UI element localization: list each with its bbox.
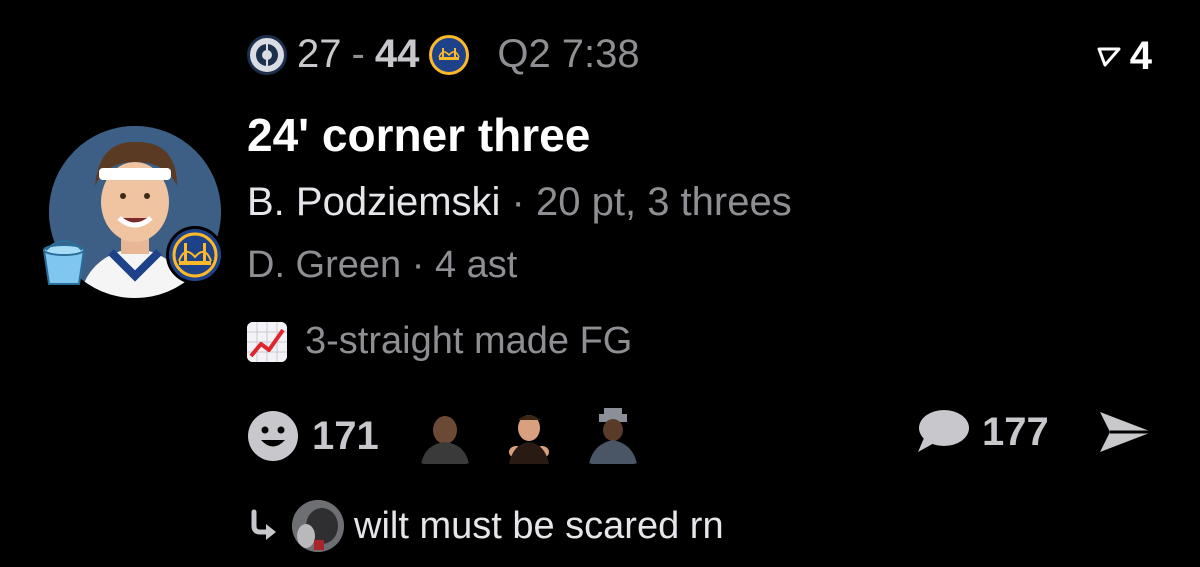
opponent-logo-icon (247, 34, 287, 75)
chart-increasing-icon (247, 321, 287, 362)
separator-dot: · (511, 180, 525, 224)
top-reply[interactable]: wilt must be scared rn (246, 500, 724, 552)
scorer-stats: 20 pt, 3 threes (536, 180, 792, 224)
comment-bubble-icon (918, 410, 969, 452)
play-title: 24' corner three (247, 109, 591, 161)
scorer-name[interactable]: B. Podziemski (247, 180, 500, 224)
game-clock: Q2 7:38 (497, 32, 640, 76)
streak-text: 3-straight made FG (305, 320, 633, 362)
reaction-smile-icon[interactable] (246, 409, 300, 463)
reply-arrow-icon (251, 509, 276, 540)
reactions-row: 171 (246, 408, 669, 464)
streak-line: 3-straight made FG (247, 320, 632, 363)
reaction-count[interactable]: 171 (312, 414, 379, 459)
send-icon[interactable] (1098, 408, 1154, 456)
comment-count: 177 (982, 409, 1049, 454)
reactor-avatar-3[interactable] (584, 408, 641, 464)
game-header: 27-44 Q2 7:38 (247, 32, 640, 77)
reply-text: wilt must be scared rn (354, 504, 724, 547)
bucket-icon (40, 238, 88, 288)
away-score: 27 (297, 32, 342, 76)
reactor-avatar-1[interactable] (416, 408, 473, 464)
reactor-avatar-2[interactable] (500, 408, 557, 464)
warriors-logo-icon (429, 34, 470, 75)
home-score: 44 (374, 32, 420, 76)
repost-count: 4 (1129, 34, 1152, 78)
repost-icon (1097, 47, 1121, 66)
repost-indicator[interactable]: 4 (1096, 34, 1152, 79)
reply-avatar[interactable] (292, 500, 344, 552)
score-dash: - (351, 32, 365, 76)
comments-button[interactable]: 177 (914, 408, 1049, 456)
team-badge-icon (166, 226, 224, 284)
assist-line: D. Green · 4 ast (247, 244, 518, 286)
play-card[interactable]: 27-44 Q2 7:38 4 24' corner three B. Podz… (0, 0, 1200, 567)
scorer-line: B. Podziemski · 20 pt, 3 threes (247, 180, 792, 225)
